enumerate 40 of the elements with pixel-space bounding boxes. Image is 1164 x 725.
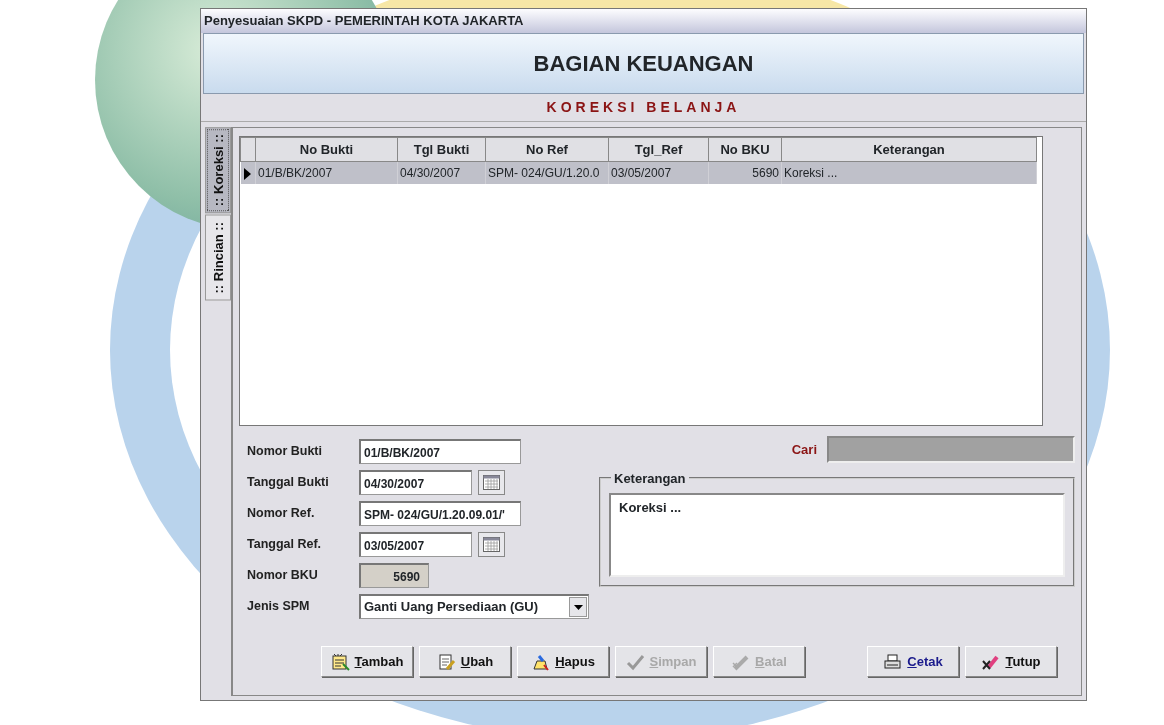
calendar-icon[interactable] [483, 537, 500, 552]
toolbar-button[interactable]: Ubah [419, 646, 511, 677]
search-label: Cari [791, 440, 817, 459]
side-tab[interactable]: :: Koreksi :: [205, 127, 231, 214]
header-title: BAGIAN KEUANGAN [203, 33, 1084, 94]
field-label: Jenis SPM [246, 598, 311, 616]
toolbar-button[interactable]: Cetak [867, 646, 959, 677]
column-header: Tgl Bukti [397, 137, 486, 162]
document-pen-icon [436, 652, 456, 671]
field-label: Nomor Ref. [246, 505, 316, 523]
toolbar-button[interactable]: Hapus [517, 646, 609, 677]
column-header: No BKU [708, 137, 782, 162]
toolbar-button[interactable]: Tambah [321, 646, 413, 677]
side-tab[interactable]: :: Rincian :: [205, 215, 231, 301]
column-header: No Bukti [255, 137, 398, 162]
header-subtitle: KOREKSI BELANJA [201, 94, 1086, 122]
input-field[interactable]: 01/B/BK/2007 [359, 439, 521, 464]
field-label: Nomor BKU [246, 567, 319, 585]
date-field[interactable]: 03/05/2007 [359, 532, 472, 557]
notes-textarea[interactable]: Koreksi ... [609, 493, 1065, 577]
column-header: Tgl_Ref [608, 137, 709, 162]
check-icon [625, 652, 645, 671]
field-label: Tanggal Bukti [246, 474, 330, 492]
dropdown-value: Ganti Uang Persediaan (GU) [364, 598, 539, 617]
toolbar-button[interactable]: Tutup [965, 646, 1057, 677]
window-title: Penyesuaian SKPD - PEMERINTAH KOTA JAKARTA [201, 9, 1086, 33]
printer-icon [883, 652, 903, 671]
field-label: Nomor Bukti [246, 443, 323, 461]
readonly-field: 5690 [359, 563, 429, 588]
table-cell: 01/B/BK/2007 [255, 161, 398, 184]
date-field[interactable]: 04/30/2007 [359, 470, 472, 495]
input-field[interactable]: SPM- 024/GU/1.20.09.01/' [359, 501, 521, 526]
calendar-icon[interactable] [483, 475, 500, 490]
field-label: Tanggal Ref. [246, 536, 323, 554]
table-cell: Koreksi ... [781, 161, 1037, 184]
search-field[interactable] [827, 436, 1075, 463]
notepad-icon [330, 652, 350, 671]
column-header: Keterangan [781, 137, 1037, 162]
dropdown[interactable]: Ganti Uang Persediaan (GU) [359, 594, 589, 619]
column-header: No Ref [485, 137, 609, 162]
